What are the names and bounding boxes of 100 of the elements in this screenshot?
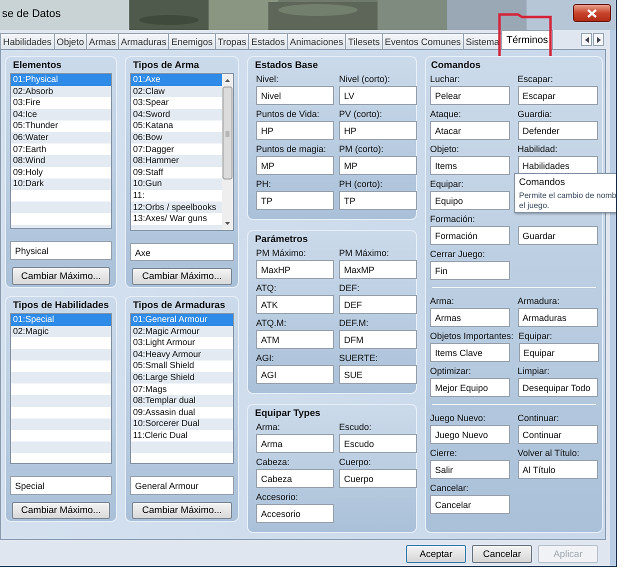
text-field[interactable]: Nivel: [256, 86, 334, 105]
text-field[interactable]: Cancelar: [430, 495, 510, 514]
text-field[interactable]: Cuerpo: [339, 469, 417, 488]
text-field[interactable]: TP: [256, 191, 334, 210]
text-field[interactable]: SUE: [339, 365, 417, 384]
text-field[interactable]: Axe: [130, 243, 234, 261]
change-max-button[interactable]: Cambiar Máximo...: [132, 268, 232, 285]
text-field[interactable]: Armas: [430, 308, 510, 327]
text-field[interactable]: MaxMP: [339, 260, 417, 279]
scrollbar[interactable]: [222, 74, 233, 230]
text-field[interactable]: ATM: [256, 330, 334, 349]
text-field[interactable]: Desequipar Todo: [518, 378, 598, 397]
list-item[interactable]: 02:Claw: [131, 86, 222, 98]
text-field[interactable]: Juego Nuevo: [430, 425, 510, 444]
list-item[interactable]: 10:Gun: [131, 178, 222, 190]
list-item[interactable]: 06:Large Shield: [131, 372, 233, 384]
list-item[interactable]: 11:: [131, 190, 222, 202]
text-field[interactable]: Arma: [256, 434, 334, 453]
text-field[interactable]: Formación: [430, 226, 510, 245]
list-item[interactable]: 08:Hammer: [131, 155, 222, 167]
list-item[interactable]: 09:Staff: [131, 166, 222, 178]
list-item[interactable]: 03:Fire: [11, 97, 111, 109]
text-field[interactable]: MaxHP: [256, 260, 334, 279]
dialog-button[interactable]: Cancelar: [472, 545, 532, 563]
list-item[interactable]: 02:Absorb: [11, 86, 111, 98]
tab[interactable]: Objeto: [54, 33, 87, 49]
tab[interactable]: Animaciones: [286, 33, 346, 49]
text-field[interactable]: Salir: [430, 460, 510, 479]
text-field[interactable]: Al Título: [518, 460, 598, 479]
text-field[interactable]: HP: [256, 121, 334, 140]
list-item[interactable]: 09:Assasin dual: [131, 406, 233, 418]
list-item[interactable]: 08:Wind: [11, 155, 111, 167]
text-field[interactable]: DEF: [339, 295, 417, 314]
list-item[interactable]: 01:Axe: [131, 74, 222, 86]
list-item[interactable]: 03:Spear: [131, 97, 222, 109]
tab[interactable]: Tropas: [214, 33, 250, 49]
list-item[interactable]: 08:Templar dual: [131, 395, 233, 407]
close-button[interactable]: [573, 4, 611, 22]
tab[interactable]: Enemigos: [168, 33, 216, 49]
list-item[interactable]: 01:General Armour: [131, 314, 233, 326]
list-item[interactable]: 04:Ice: [11, 108, 111, 120]
text-field[interactable]: Equipar: [518, 343, 599, 362]
list-item[interactable]: 07:Earth: [11, 144, 111, 156]
list-item[interactable]: 04:Heavy Armour: [131, 348, 233, 360]
list-item[interactable]: 13:Axes/ War guns: [131, 213, 222, 225]
text-field[interactable]: Equipo: [430, 191, 510, 210]
tab[interactable]: Tilesets: [345, 33, 383, 49]
text-field[interactable]: Defender: [518, 121, 598, 140]
list-item[interactable]: 10:Sorcerer Dual: [131, 418, 233, 430]
text-field[interactable]: General Armour: [130, 476, 234, 495]
list-item[interactable]: 12:Orbs / speelbooks: [131, 202, 222, 214]
text-field[interactable]: Escudo: [339, 434, 417, 453]
change-max-button[interactable]: Cambiar Máximo...: [12, 267, 110, 285]
text-field[interactable]: Accesorio: [256, 504, 334, 523]
list-item[interactable]: 01:Physical: [11, 74, 111, 86]
dialog-button[interactable]: Aceptar: [406, 545, 466, 563]
list-item[interactable]: 07:Dagger: [131, 144, 222, 156]
text-field[interactable]: MP: [339, 156, 417, 175]
list-item[interactable]: 04:Sword: [131, 108, 222, 120]
list-item[interactable]: 02:Magic Armour: [131, 326, 233, 338]
tab[interactable]: Armas: [86, 33, 119, 49]
text-field[interactable]: TP: [339, 191, 417, 210]
list-item[interactable]: 03:Light Armour: [131, 337, 233, 349]
text-field[interactable]: AGI: [256, 365, 334, 384]
list-item[interactable]: 06:Bow: [131, 132, 222, 144]
change-max-button[interactable]: Cambiar Máximo...: [132, 502, 232, 519]
scroll-left-button[interactable]: [581, 33, 592, 46]
text-field[interactable]: Mejor Equipo: [430, 378, 510, 397]
text-field[interactable]: ATK: [256, 295, 334, 314]
text-field[interactable]: Continuar: [518, 425, 598, 444]
list-item[interactable]: 10:Dark: [11, 178, 111, 190]
text-field[interactable]: Pelear: [430, 86, 510, 105]
list-item[interactable]: 05:Thunder: [11, 120, 111, 132]
tab[interactable]: Eventos Comunes: [382, 33, 464, 49]
list-item[interactable]: 06:Water: [11, 132, 111, 144]
text-field[interactable]: Fin: [430, 261, 510, 280]
text-field[interactable]: Escapar: [518, 86, 598, 105]
text-field[interactable]: Cabeza: [256, 469, 334, 488]
text-field[interactable]: Items Clave: [430, 343, 510, 362]
tab[interactable]: Términos: [501, 30, 554, 49]
text-field[interactable]: HP: [339, 121, 417, 140]
scroll-right-button[interactable]: [593, 33, 604, 46]
text-field[interactable]: Items: [430, 156, 510, 175]
list-item[interactable]: 01:Special: [11, 314, 111, 326]
text-field[interactable]: Atacar: [430, 121, 510, 140]
list-item[interactable]: 02:Magic: [11, 326, 111, 338]
text-field[interactable]: Armaduras: [518, 308, 598, 327]
text-field[interactable]: Guardar: [518, 226, 598, 245]
tab[interactable]: Armaduras: [118, 33, 170, 49]
tab[interactable]: Habilidades: [0, 33, 55, 49]
list-item[interactable]: 09:Holy: [11, 166, 111, 178]
text-field[interactable]: Physical: [10, 241, 112, 260]
list-item[interactable]: 05:Katana: [131, 120, 222, 132]
list-item[interactable]: 11:Cleric Dual: [131, 430, 233, 442]
list-item[interactable]: 05:Small Shield: [131, 360, 233, 372]
text-field[interactable]: MP: [256, 156, 334, 175]
text-field[interactable]: DFM: [339, 330, 417, 349]
tab[interactable]: Estados: [248, 33, 288, 49]
change-max-button[interactable]: Cambiar Máximo...: [12, 502, 110, 519]
text-field[interactable]: LV: [339, 86, 417, 105]
